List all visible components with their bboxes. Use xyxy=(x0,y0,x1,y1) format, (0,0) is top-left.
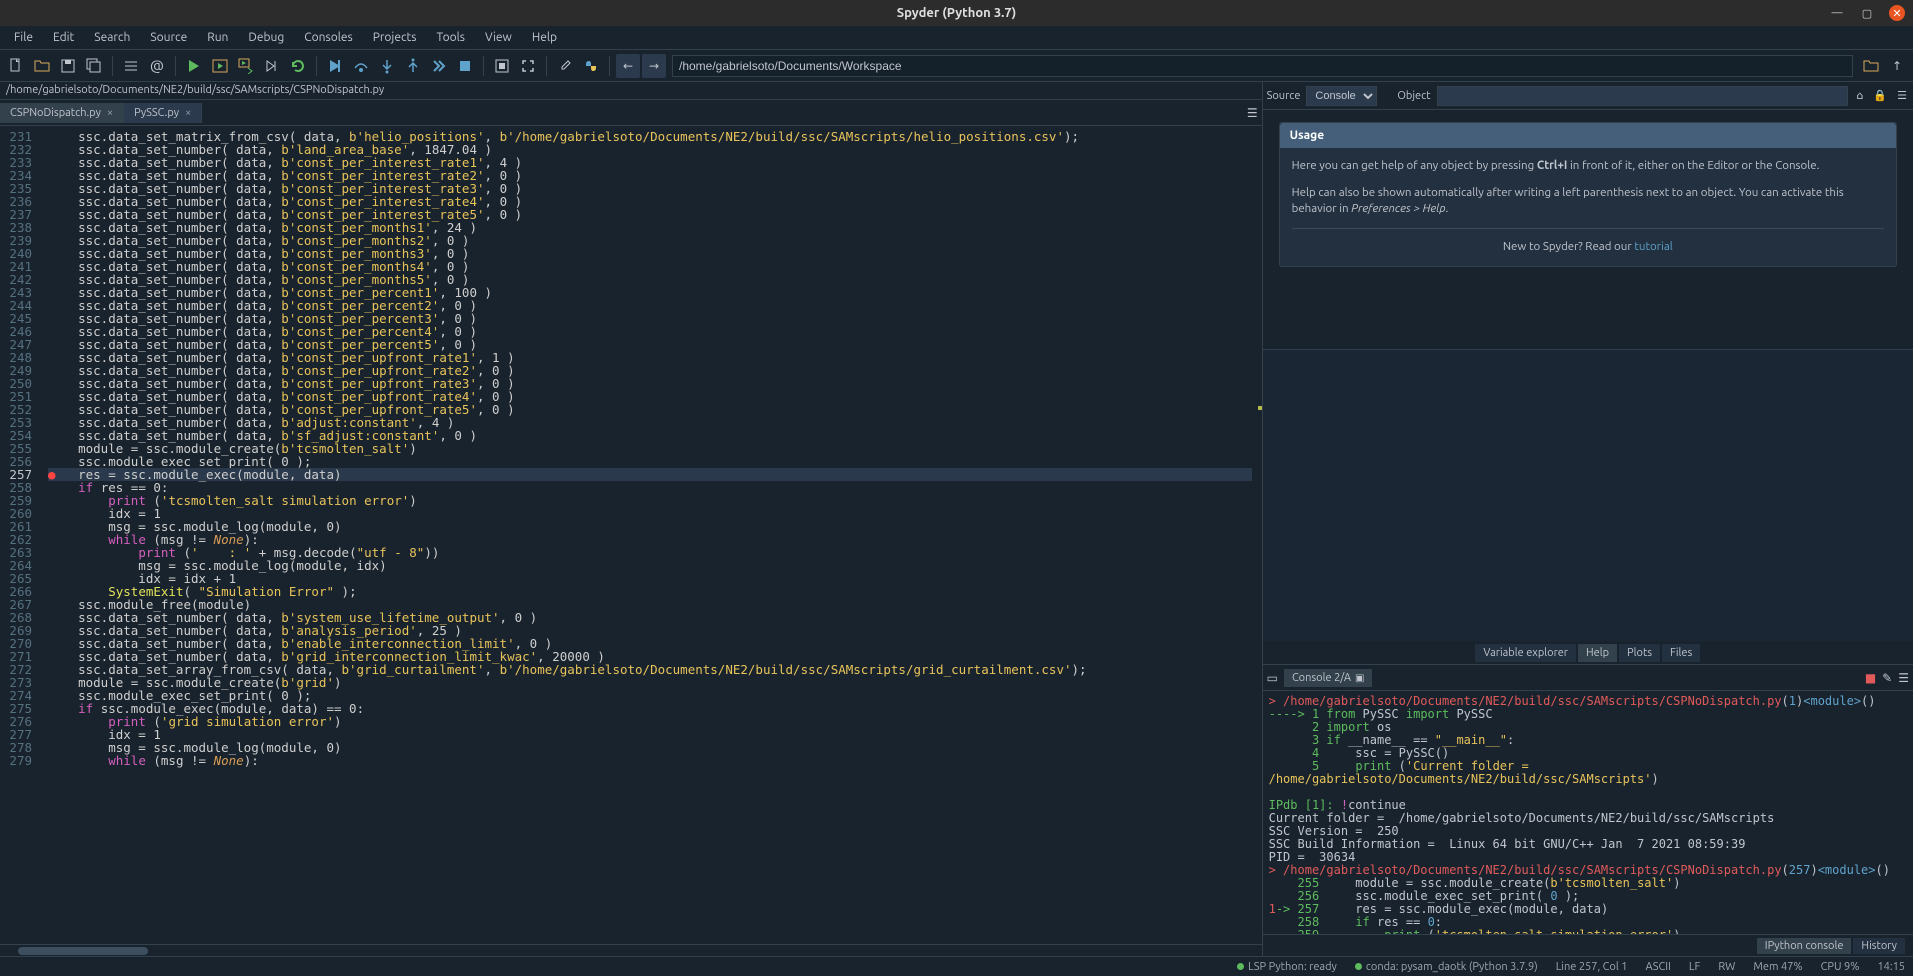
editor-h-scrollbar[interactable] xyxy=(0,944,1262,956)
right-tab-variable-explorer[interactable]: Variable explorer xyxy=(1475,644,1576,662)
bottom-tab-history[interactable]: History xyxy=(1853,938,1905,954)
titlebar: Spyder (Python 3.7) — ▢ ✕ xyxy=(0,0,1913,26)
step-over-icon[interactable] xyxy=(349,54,373,78)
preferences-icon[interactable] xyxy=(553,54,577,78)
lock-icon[interactable]: 🔒 xyxy=(1871,87,1889,104)
clear-console-icon[interactable]: ✎ xyxy=(1882,671,1892,685)
menu-file[interactable]: File xyxy=(6,29,41,46)
menu-help[interactable]: Help xyxy=(524,29,565,46)
run-cell-advance-icon[interactable] xyxy=(234,54,258,78)
conda-env[interactable]: conda: pysam_daotk (Python 3.7.9) xyxy=(1355,961,1538,973)
cpu: CPU 9% xyxy=(1821,961,1860,973)
maximize-pane-icon[interactable] xyxy=(516,54,540,78)
right-tab-help[interactable]: Help xyxy=(1578,644,1617,662)
editor-pane: /home/gabrielsoto/Documents/NE2/build/ss… xyxy=(0,82,1263,956)
right-tab-files[interactable]: Files xyxy=(1662,644,1700,662)
workdir-input[interactable] xyxy=(672,55,1853,77)
save-all-icon[interactable] xyxy=(82,54,106,78)
menu-consoles[interactable]: Consoles xyxy=(296,29,360,46)
console-options-icon[interactable]: ☰ xyxy=(1898,671,1909,685)
usage-content: Here you can get help of any object by p… xyxy=(1280,148,1896,266)
step-out-icon[interactable] xyxy=(401,54,425,78)
source-select[interactable]: Console xyxy=(1306,86,1377,106)
encoding: ASCII xyxy=(1645,961,1670,973)
cursor-position: Line 257, Col 1 xyxy=(1556,961,1628,973)
editor-tabs: CSPNoDispatch.py× PySSC.py× ☰ xyxy=(0,100,1262,126)
right-pane-tabs: Variable explorerHelpPlotsFiles xyxy=(1263,641,1913,665)
object-input[interactable] xyxy=(1437,86,1849,106)
right-tab-plots[interactable]: Plots xyxy=(1619,644,1660,662)
usage-heading: Usage xyxy=(1280,123,1896,148)
debug-icon[interactable] xyxy=(323,54,347,78)
menu-edit[interactable]: Edit xyxy=(45,29,82,46)
menu-run[interactable]: Run xyxy=(199,29,236,46)
step-into-icon[interactable] xyxy=(375,54,399,78)
run-selection-icon[interactable] xyxy=(260,54,284,78)
run-cell-icon[interactable] xyxy=(208,54,232,78)
source-label: Source xyxy=(1267,90,1301,102)
home-icon[interactable]: ⌂ xyxy=(1854,87,1865,104)
help-panel: Usage Here you can get help of any objec… xyxy=(1263,110,1913,350)
browse-dir-icon[interactable] xyxy=(1859,54,1883,78)
rw-mode: RW xyxy=(1718,961,1735,973)
memory: Mem 47% xyxy=(1753,961,1802,973)
tutorial-link[interactable]: tutorial xyxy=(1634,240,1672,253)
toolbar: @ ← → ↑ xyxy=(0,50,1913,82)
stop-icon[interactable] xyxy=(490,54,514,78)
menu-search[interactable]: Search xyxy=(86,29,138,46)
bottom-tab-ipython-console[interactable]: IPython console xyxy=(1757,938,1852,954)
save-icon[interactable] xyxy=(56,54,80,78)
help-toolbar: Source Console Object ⌂ 🔒 ☰ xyxy=(1263,82,1913,110)
options-icon[interactable]: ☰ xyxy=(1895,87,1909,104)
console-output[interactable]: > /home/gabrielsoto/Documents/NE2/build/… xyxy=(1263,691,1913,934)
console-bottom-tabs: IPython consoleHistory xyxy=(1263,934,1913,956)
maximize-button[interactable]: ▢ xyxy=(1859,5,1875,21)
lsp-status: LSP Python: ready xyxy=(1237,961,1337,973)
at-icon[interactable]: @ xyxy=(145,54,169,78)
menu-tools[interactable]: Tools xyxy=(428,29,473,46)
tab-options-icon[interactable]: ☰ xyxy=(1247,106,1258,120)
continue-icon[interactable] xyxy=(427,54,451,78)
stop-debug-icon[interactable] xyxy=(453,54,477,78)
eol: LF xyxy=(1689,961,1700,973)
new-file-icon[interactable] xyxy=(4,54,28,78)
open-file-icon[interactable] xyxy=(30,54,54,78)
python-path-icon[interactable] xyxy=(579,54,603,78)
close-tab-icon[interactable]: × xyxy=(107,107,113,119)
menu-source[interactable]: Source xyxy=(142,29,195,46)
code-editor[interactable]: 2312322332342352362372382392402412422432… xyxy=(0,126,1262,944)
menu-view[interactable]: View xyxy=(477,29,520,46)
back-icon[interactable]: ← xyxy=(616,54,640,78)
console-menu-icon[interactable]: ▭ xyxy=(1267,671,1278,685)
close-tab-icon[interactable]: × xyxy=(185,107,191,119)
create-cell-icon[interactable] xyxy=(119,54,143,78)
window-title: Spyder (Python 3.7) xyxy=(897,6,1016,20)
stop-console-icon[interactable]: ■ xyxy=(1865,671,1876,685)
editor-scrollbar[interactable] xyxy=(1252,126,1262,944)
clock: 14:15 xyxy=(1877,961,1905,973)
object-label: Object xyxy=(1397,90,1430,102)
parent-dir-icon[interactable]: ↑ xyxy=(1885,54,1909,78)
tab-cspnodispatch[interactable]: CSPNoDispatch.py× xyxy=(0,103,124,123)
menu-projects[interactable]: Projects xyxy=(365,29,425,46)
minimize-button[interactable]: — xyxy=(1829,5,1845,21)
run-icon[interactable] xyxy=(182,54,206,78)
console-tab[interactable]: Console 2/A▣ xyxy=(1284,669,1373,687)
file-path-bar: /home/gabrielsoto/Documents/NE2/build/ss… xyxy=(0,82,1262,100)
tab-pyssc[interactable]: PySSC.py× xyxy=(124,103,202,123)
menu-debug[interactable]: Debug xyxy=(240,29,292,46)
close-button[interactable]: ✕ xyxy=(1889,5,1905,21)
rerun-icon[interactable] xyxy=(286,54,310,78)
statusbar: LSP Python: ready conda: pysam_daotk (Py… xyxy=(0,956,1913,976)
menubar: FileEditSearchSourceRunDebugConsoles Proj… xyxy=(0,26,1913,50)
console-pane: ▭ Console 2/A▣ ■ ✎ ☰ > /home/gabrielsoto… xyxy=(1263,665,1913,956)
forward-icon[interactable]: → xyxy=(642,54,666,78)
